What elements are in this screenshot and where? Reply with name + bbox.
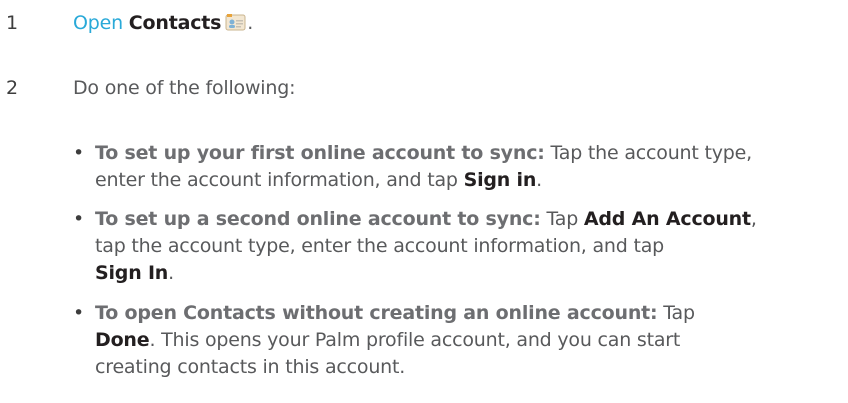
bullet-text: .	[168, 262, 174, 284]
bullet-marker: •	[73, 208, 85, 230]
bullet-lead: To set up a second online account to syn…	[95, 208, 541, 230]
sign-in-label: Sign In	[95, 262, 169, 284]
bullet-line: tap the account type, enter the account …	[95, 233, 843, 260]
step-number: 2	[6, 77, 19, 99]
bullet-text: Tap	[657, 302, 695, 324]
bullet-line: enter the account information, and tap S…	[95, 167, 843, 194]
bullet-line: To set up a second online account to syn…	[95, 206, 843, 233]
step-1-text: Open Contacts.	[73, 10, 253, 36]
bullet-lead: To open Contacts without creating an onl…	[95, 302, 658, 324]
bullet-line: Sign In.	[95, 260, 843, 287]
sign-in-label: Sign in	[463, 169, 537, 191]
bullet-text: creating contacts in this account.	[95, 356, 406, 378]
bullet-text: ,	[750, 208, 757, 230]
bullet-marker: •	[73, 302, 85, 324]
done-label: Done	[95, 329, 150, 351]
step-1-end: .	[247, 12, 254, 34]
bullet-item: • To open Contacts without creating an o…	[73, 300, 843, 381]
step-2-text: Do one of the following:	[73, 77, 296, 99]
bullet-line: creating contacts in this account.	[95, 354, 843, 381]
bullet-text: tap the account type, enter the account …	[95, 235, 665, 257]
open-link[interactable]: Open	[73, 12, 123, 34]
add-account-label: Add An Account	[583, 208, 751, 230]
contacts-app-name: Contacts	[128, 12, 222, 34]
step-number: 1	[6, 12, 19, 34]
contacts-app-icon	[225, 13, 247, 32]
bullet-text: Tap the account type,	[544, 142, 753, 164]
bullet-line: To open Contacts without creating an onl…	[95, 300, 843, 327]
bullet-text: Tap	[540, 208, 584, 230]
manual-page: 1 Open Contacts. 2 Do one of the followi…	[0, 0, 848, 403]
bullet-marker: •	[73, 142, 85, 164]
bullet-text: enter the account information, and tap	[95, 169, 464, 191]
bullet-item: • To set up your first online account to…	[73, 140, 843, 194]
bullet-lead: To set up your first online account to s…	[95, 142, 545, 164]
bullet-line: To set up your first online account to s…	[95, 140, 843, 167]
bullet-text: .	[536, 169, 543, 191]
bullet-line: Done. This opens your Palm profile accou…	[95, 327, 843, 354]
bullet-item: • To set up a second online account to s…	[73, 206, 843, 287]
bullet-text: . This opens your Palm profile account, …	[149, 329, 681, 351]
